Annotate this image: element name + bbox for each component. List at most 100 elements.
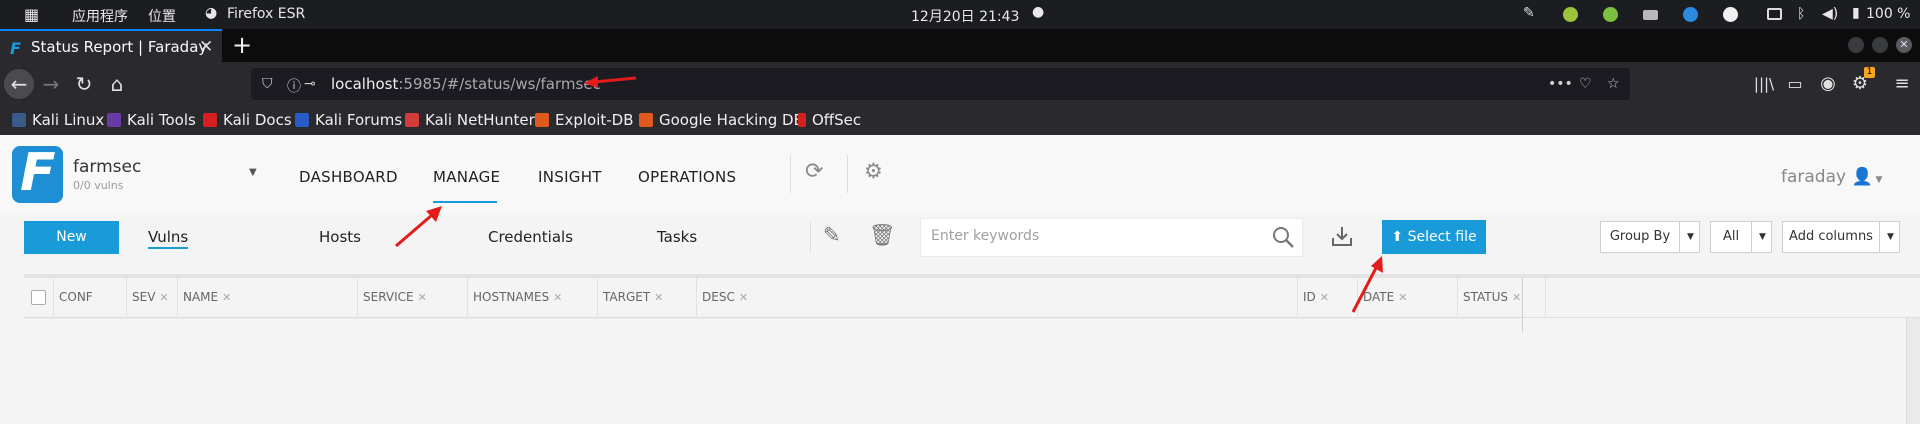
reload-icon[interactable]: ↻ [69, 69, 99, 99]
apps-menu[interactable]: 应用程序 [72, 6, 128, 26]
bookmark-kali-linux[interactable]: Kali Linux [12, 111, 104, 129]
remove-column-icon[interactable]: ✕ [418, 291, 427, 304]
select-file-button[interactable]: ⬆ Select file [1382, 220, 1486, 254]
tab-status-report[interactable]: F Status Report | Faraday ✕ [0, 29, 222, 62]
refresh-icon[interactable]: ⟳ [805, 159, 823, 184]
url-bar[interactable]: ⛉ ⓘ ⊸ localhost:5985/#/status/ws/farmsec… [251, 68, 1630, 100]
chevron-down-icon[interactable]: ▼ [1751, 222, 1773, 252]
minimize-window-button[interactable] [1848, 37, 1864, 53]
library-icon[interactable]: |||\ [1749, 69, 1779, 99]
bookmark-kali-nethunter[interactable]: Kali NetHunter [405, 111, 535, 129]
search-box[interactable] [920, 218, 1303, 257]
remove-column-icon[interactable]: ✕ [739, 291, 748, 304]
page-actions-icon[interactable]: ••• [1548, 76, 1573, 92]
download-icon[interactable] [1331, 225, 1353, 247]
new-tab-icon[interactable]: + [232, 31, 252, 59]
all-dropdown[interactable]: All ▼ [1710, 221, 1772, 253]
subtab-tasks[interactable]: Tasks [657, 228, 697, 246]
user-menu[interactable]: faraday 👤 ▼ [1781, 167, 1882, 187]
bookmarks-toolbar: Kali Linux Kali Tools Kali Docs Kali For… [0, 106, 1920, 135]
subtab-hosts[interactable]: Hosts [319, 228, 361, 246]
volume-icon[interactable]: ◀) [1822, 6, 1838, 22]
apps-grid-icon[interactable]: ▦ [24, 5, 39, 24]
tray-circle-icon[interactable] [1723, 7, 1738, 22]
chevron-down-icon[interactable]: ▼ [1879, 222, 1901, 252]
settings-gear-icon[interactable]: ⚙ [864, 159, 883, 183]
new-vuln-button[interactable]: New [24, 221, 119, 254]
firefox-icon[interactable]: ◕ [205, 5, 217, 21]
grid-empty-row [24, 318, 1521, 319]
column-desc[interactable]: DESC ✕ [697, 278, 1298, 318]
search-icon[interactable] [1271, 225, 1295, 249]
close-window-button[interactable]: ✕ [1896, 37, 1912, 53]
column-status[interactable]: STATUS ✕ [1458, 278, 1546, 318]
places-menu[interactable]: 位置 [148, 6, 176, 26]
add-columns-dropdown[interactable]: Add columns ▼ [1782, 221, 1900, 253]
bookmark-kali-tools[interactable]: Kali Tools [107, 111, 196, 129]
workspace-name[interactable]: farmsec [73, 157, 141, 177]
edit-icon[interactable]: ✎ [823, 223, 841, 247]
key-icon[interactable]: ⊸ [304, 76, 316, 92]
search-input[interactable] [931, 228, 1261, 244]
tray-yellowgreen-icon[interactable] [1603, 7, 1618, 22]
subtab-vulns[interactable]: Vulns [148, 228, 188, 246]
bookmark-offsec[interactable]: OffSec [798, 111, 861, 129]
tracking-shield-icon[interactable]: ⛉ [262, 76, 273, 92]
clock[interactable]: 12月20日 21:43 [911, 6, 1019, 26]
keyboard-icon[interactable] [1643, 10, 1658, 20]
remove-column-icon[interactable]: ✕ [654, 291, 663, 304]
bookmark-kali-forums[interactable]: Kali Forums [295, 111, 402, 129]
faraday-logo[interactable]: F [12, 143, 63, 203]
bookmark-kali-docs[interactable]: Kali Docs [203, 111, 292, 129]
remove-column-icon[interactable]: ✕ [159, 291, 168, 304]
account-icon[interactable]: ◉ [1813, 69, 1843, 99]
nav-dashboard[interactable]: DASHBOARD [299, 168, 398, 186]
grid-scrollbar[interactable] [1906, 318, 1920, 424]
back-arrow-icon[interactable]: ← [4, 69, 34, 99]
tray-blue-icon[interactable] [1683, 7, 1698, 22]
remove-column-icon[interactable]: ✕ [1320, 291, 1329, 304]
column-sev[interactable]: SEV ✕ [127, 278, 178, 318]
maximize-window-button[interactable] [1872, 37, 1888, 53]
url-text[interactable]: localhost:5985/#/status/ws/farmsec [331, 75, 601, 93]
subtab-credentials[interactable]: Credentials [488, 228, 573, 246]
column-date[interactable]: DATE ✕ [1358, 278, 1458, 318]
menu-hamburger-icon[interactable]: ≡ [1887, 69, 1917, 99]
nav-insight[interactable]: INSIGHT [538, 168, 602, 186]
sidebar-icon[interactable]: ▭ [1780, 69, 1810, 99]
remove-column-icon[interactable]: ✕ [553, 291, 562, 304]
column-id[interactable]: ID ✕ [1298, 278, 1358, 318]
column-name[interactable]: NAME ✕ [178, 278, 358, 318]
pocket-icon[interactable]: ♡ [1579, 76, 1592, 92]
bookmark-star-icon[interactable]: ☆ [1607, 76, 1620, 92]
kali-forums-icon [295, 113, 309, 127]
screen-icon[interactable] [1767, 8, 1782, 20]
column-conf[interactable]: CONF [54, 278, 127, 318]
activity-icon[interactable]: ✎ [1523, 5, 1538, 21]
column-hostnames[interactable]: HOSTNAMES ✕ [468, 278, 598, 318]
nav-operations[interactable]: OPERATIONS [638, 168, 736, 186]
forward-arrow-icon[interactable]: → [36, 69, 66, 99]
workspace-dropdown-caret-icon[interactable]: ▼ [249, 167, 257, 178]
remove-column-icon[interactable]: ✕ [1512, 291, 1521, 304]
home-icon[interactable]: ⌂ [102, 69, 132, 99]
chevron-down-icon[interactable]: ▼ [1679, 222, 1701, 252]
close-tab-icon[interactable]: ✕ [199, 37, 213, 57]
nav-manage[interactable]: MANAGE [433, 168, 500, 186]
kali-dragon-icon [12, 113, 26, 127]
select-all-checkbox[interactable] [31, 290, 46, 305]
tab-title: Status Report | Faraday [31, 38, 208, 56]
tray-green-icon[interactable] [1563, 7, 1578, 22]
column-target[interactable]: TARGET ✕ [598, 278, 697, 318]
column-service[interactable]: SERVICE ✕ [358, 278, 468, 318]
remove-column-icon[interactable]: ✕ [222, 291, 231, 304]
bookmark-exploit-db[interactable]: Exploit-DB [535, 111, 634, 129]
group-by-dropdown[interactable]: Group By ▼ [1600, 221, 1700, 253]
remove-column-icon[interactable]: ✕ [1398, 291, 1407, 304]
browser-menu[interactable]: Firefox ESR [227, 6, 305, 22]
bluetooth-icon[interactable]: ᛒ [1797, 6, 1805, 22]
trash-icon[interactable]: 🗑 [869, 223, 896, 248]
site-info-icon[interactable]: ⓘ [287, 76, 301, 96]
bookmark-google-hacking-db[interactable]: Google Hacking DB [639, 111, 804, 129]
battery-icon[interactable]: ▮ [1852, 5, 1860, 21]
